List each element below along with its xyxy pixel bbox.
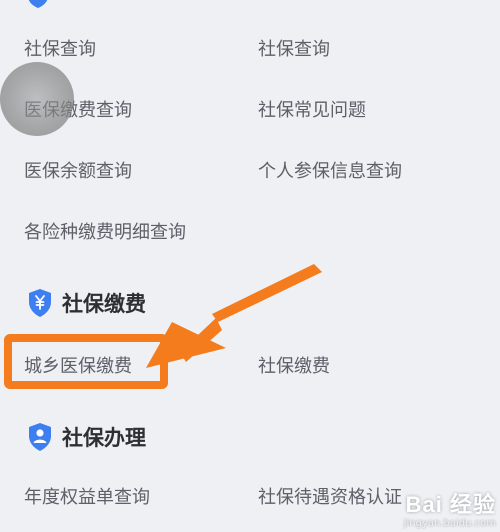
yen-shield-icon <box>29 289 51 317</box>
medical-insurance-balance-query-link[interactable]: 医保余额查询 <box>24 160 132 184</box>
social-security-payment-heading: 社保缴费 <box>62 292 146 316</box>
social-security-query-link[interactable]: 社保查询 <box>24 38 96 62</box>
benefit-qualification-certification-link[interactable]: 社保待遇资格认证 <box>258 486 402 510</box>
touch-indicator <box>0 62 74 136</box>
annotation-highlight-box <box>4 334 168 389</box>
shield-icon <box>28 0 48 8</box>
watermark-site: jingyan.baidu.com <box>403 518 496 529</box>
social-security-handling-heading: 社保办理 <box>62 426 146 450</box>
social-security-query-link-2[interactable]: 社保查询 <box>258 38 330 62</box>
watermark-brand: Bai 经验 <box>405 492 496 517</box>
annotation-arrow-icon <box>146 264 322 368</box>
personal-insurance-info-query-link[interactable]: 个人参保信息查询 <box>258 160 402 184</box>
annual-rights-statement-query-link[interactable]: 年度权益单查询 <box>24 486 150 510</box>
social-security-faq-link[interactable]: 社保常见问题 <box>258 99 366 123</box>
social-security-payment-link[interactable]: 社保缴费 <box>258 355 330 379</box>
baidu-jingyan-watermark: Bai 经验 jingyan.baidu.com <box>404 492 496 530</box>
insurance-payment-detail-query-link[interactable]: 各险种缴费明细查询 <box>24 221 186 245</box>
person-shield-icon <box>29 423 51 451</box>
